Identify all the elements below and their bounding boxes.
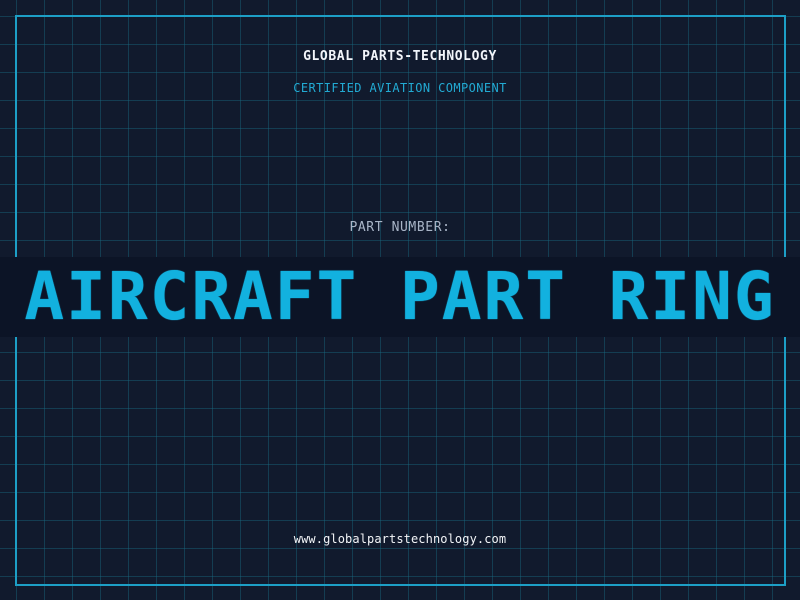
- part-title-band: AIRCRAFT PART RING: [0, 257, 800, 337]
- part-title: AIRCRAFT PART RING: [24, 258, 776, 335]
- company-name: GLOBAL PARTS-TECHNOLOGY: [303, 49, 497, 64]
- part-number-label: PART NUMBER:: [349, 220, 451, 235]
- website-url: www.globalpartstechnology.com: [293, 532, 507, 546]
- certification-text: CERTIFIED AVIATION COMPONENT: [293, 81, 507, 95]
- certificate-page: GLOBAL PARTS-TECHNOLOGY CERTIFIED AVIATI…: [0, 0, 800, 600]
